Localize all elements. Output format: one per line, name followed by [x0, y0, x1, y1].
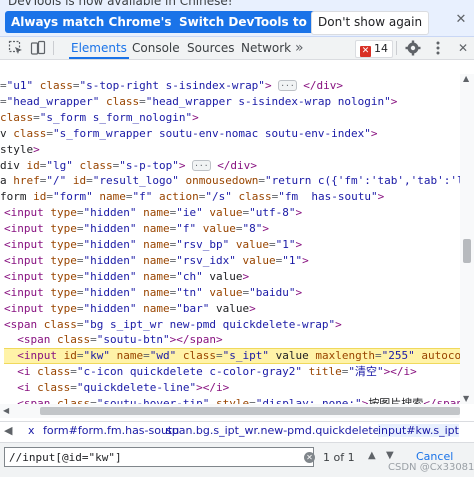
- dom-node-line[interactable]: ="head_wrapper" class="head_wrapper s-is…: [0, 94, 397, 110]
- next-match-icon[interactable]: ▼: [386, 450, 394, 461]
- language-banner: DevTools is now available in Chinese! Al…: [0, 0, 474, 37]
- toolbar-divider: [396, 41, 397, 55]
- dom-node-line[interactable]: class="s_form s_form_nologin">: [0, 110, 199, 126]
- breadcrumb-item[interactable]: x: [28, 424, 35, 437]
- dom-node-line[interactable]: form id="form" name="f" action="/s" clas…: [0, 189, 384, 205]
- dom-node-line[interactable]: <span class="bg s_ipt_wr new-pmd quickde…: [4, 317, 342, 333]
- dom-node-selected[interactable]: <input id="kw" name="wd" class="s_ipt" v…: [4, 348, 460, 365]
- breadcrumb: ◀ x form#form.fm.has-soutu span.bg.s_ipt…: [0, 421, 474, 442]
- dom-node-line[interactable]: div id="lg" class="s-p-top"> ··· </div>: [0, 158, 257, 174]
- scroll-down-arrow-icon[interactable]: ▼: [463, 394, 469, 403]
- dom-node-line[interactable]: <input type="hidden" name="ie" value="ut…: [4, 205, 302, 221]
- close-devtools-icon[interactable]: ✕: [456, 37, 470, 59]
- dom-node-line[interactable]: style>: [0, 142, 40, 158]
- dom-node-line[interactable]: <input type="hidden" name="tn" value="ba…: [4, 285, 302, 301]
- tab-network[interactable]: Network: [239, 37, 293, 59]
- dom-node-line[interactable]: <input type="hidden" name="ch" value>: [4, 269, 249, 285]
- previous-match-icon[interactable]: ▲: [368, 450, 376, 461]
- error-icon: ✕: [360, 46, 371, 57]
- collapsed-content-icon[interactable]: ···: [278, 80, 297, 91]
- breadcrumb-scroll-left-icon[interactable]: ◀: [4, 424, 12, 437]
- horizontal-scrollbar[interactable]: ◀: [0, 404, 460, 418]
- close-icon[interactable]: ✕: [454, 13, 468, 27]
- horizontal-scroll-thumb[interactable]: [40, 407, 460, 415]
- dom-node-line[interactable]: a href="/" id="result_logo" onmousedown=…: [0, 173, 460, 189]
- more-tabs-icon[interactable]: »: [293, 37, 306, 59]
- banner-message: DevTools is now available in Chinese!: [8, 0, 233, 8]
- elements-dom-tree[interactable]: ="u1" class="s-top-right s-isindex-wrap"…: [0, 74, 460, 404]
- toolbar-divider: [53, 41, 54, 55]
- breadcrumb-item-selected[interactable]: input#kw.s_ipt: [378, 424, 459, 437]
- dom-node-line[interactable]: <input type="hidden" name="rsv_bp" value…: [4, 237, 302, 253]
- dom-node-line[interactable]: ="u1" class="s-top-right s-isindex-wrap"…: [0, 78, 343, 94]
- breadcrumb-item[interactable]: span.bg.s_ipt_wr.new-pmd.quickdelete-wra…: [166, 424, 411, 437]
- device-toggle-icon[interactable]: [30, 40, 46, 56]
- breadcrumb-item[interactable]: form#form.fm.has-soutu: [43, 424, 179, 437]
- vertical-dots-icon[interactable]: [430, 40, 446, 56]
- scroll-up-arrow-icon[interactable]: ▲: [463, 74, 469, 83]
- scroll-left-arrow-icon[interactable]: ◀: [3, 406, 9, 415]
- dom-node-line[interactable]: <span class="soutu-hover-tip" style="dis…: [4, 396, 460, 404]
- dom-node-line[interactable]: <input type="hidden" name="rsv_idx" valu…: [4, 253, 309, 269]
- dont-show-again-button[interactable]: Don't show again: [311, 11, 430, 35]
- tab-console[interactable]: Console: [130, 37, 182, 59]
- dom-node-line[interactable]: <i class="quickdelete-line"></i>: [4, 380, 229, 396]
- watermark: CSDN @Cx330810: [388, 462, 474, 473]
- dom-node-line[interactable]: <input type="hidden" name="bar" value>: [4, 301, 256, 317]
- dom-node-line[interactable]: v class="s_form_wrapper soutu-env-nomac …: [0, 126, 378, 142]
- error-count: 14: [374, 42, 388, 55]
- inspect-element-icon[interactable]: [8, 40, 24, 56]
- dom-node-line[interactable]: <i class="c-icon quickdelete c-color-gra…: [4, 364, 417, 380]
- dom-node-line[interactable]: <input type="hidden" name="f" value="8">: [4, 221, 269, 237]
- error-count-badge[interactable]: ✕ 14: [355, 40, 393, 58]
- xpath-search-input[interactable]: //input[@id="kw"]: [4, 447, 314, 467]
- clear-search-icon[interactable]: ✕: [304, 452, 315, 463]
- tab-elements[interactable]: Elements: [69, 37, 129, 59]
- vertical-scrollbar[interactable]: ▲ ▼: [460, 74, 474, 404]
- collapsed-content-icon[interactable]: ···: [192, 159, 211, 171]
- gear-icon[interactable]: [405, 40, 421, 56]
- tab-sources[interactable]: Sources: [185, 37, 236, 59]
- vertical-scroll-thumb[interactable]: [463, 239, 471, 263]
- devtools-toolbar: Elements Console Sources Network » ✕ 14 ✕: [0, 37, 474, 60]
- dom-node-line[interactable]: <span class="soutu-btn"></span>: [4, 332, 222, 348]
- match-count: 1 of 1: [323, 451, 355, 464]
